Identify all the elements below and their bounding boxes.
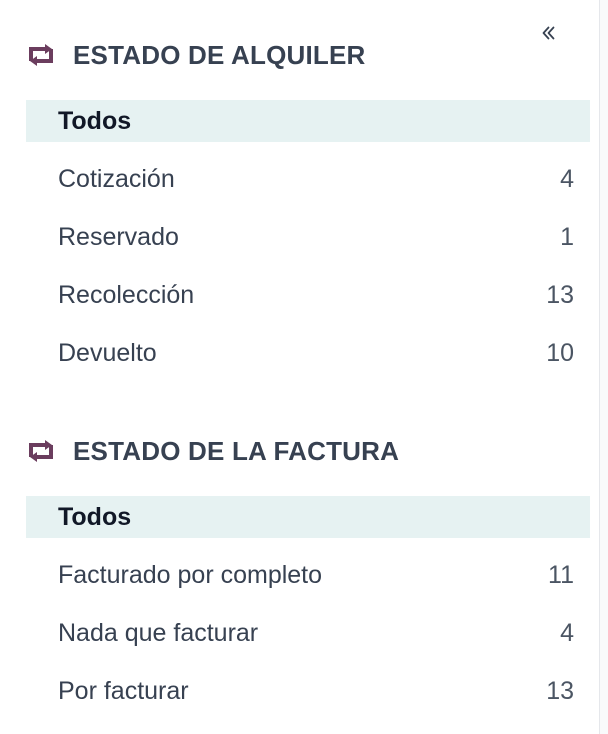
section-header: ESTADO DE ALQUILER	[26, 29, 590, 81]
filter-item-label: Todos	[58, 106, 132, 135]
filter-item-label: Cotización	[58, 164, 175, 193]
filter-item-count: 13	[546, 280, 574, 309]
filter-item-recoleccion[interactable]: Recolección 13	[26, 274, 590, 316]
filter-item-count: 4	[560, 164, 574, 193]
section-title: ESTADO DE LA FACTURA	[73, 435, 400, 466]
filter-item-label: Recolección	[58, 280, 195, 309]
section-header: ESTADO DE LA FACTURA	[26, 425, 590, 477]
filter-item-label: Facturado por completo	[58, 560, 323, 589]
filter-section-invoice-status: ESTADO DE LA FACTURA Todos Facturado por…	[26, 425, 590, 728]
filter-item-cotizacion[interactable]: Cotización 4	[26, 158, 590, 200]
filter-item-label: Por facturar	[58, 676, 189, 705]
section-title: ESTADO DE ALQUILER	[73, 39, 366, 70]
filter-item-todos[interactable]: Todos	[26, 100, 590, 142]
filter-item-todos[interactable]: Todos	[26, 496, 590, 538]
filter-item-por-facturar[interactable]: Por facturar 13	[26, 670, 590, 712]
filter-item-label: Todos	[58, 502, 132, 531]
filter-item-facturado-por-completo[interactable]: Facturado por completo 11	[26, 554, 590, 596]
filter-item-label: Nada que facturar	[58, 618, 259, 647]
filter-item-count: 1	[560, 222, 574, 251]
filter-item-reservado[interactable]: Reservado 1	[26, 216, 590, 258]
filter-item-nada-que-facturar[interactable]: Nada que facturar 4	[26, 612, 590, 654]
filter-item-count: 11	[548, 560, 574, 589]
filter-item-count: 10	[546, 338, 574, 367]
filter-item-count: 13	[546, 676, 574, 705]
repeat-arrows-icon	[26, 440, 56, 462]
filter-item-count: 4	[560, 618, 574, 647]
filter-section-rental-status: ESTADO DE ALQUILER Todos Cotización 4 Re…	[26, 29, 590, 390]
filter-item-label: Reservado	[58, 222, 179, 251]
filter-item-devuelto[interactable]: Devuelto 10	[26, 332, 590, 374]
repeat-arrows-icon	[26, 44, 56, 66]
filter-item-label: Devuelto	[58, 338, 157, 367]
content-edge	[600, 0, 608, 734]
